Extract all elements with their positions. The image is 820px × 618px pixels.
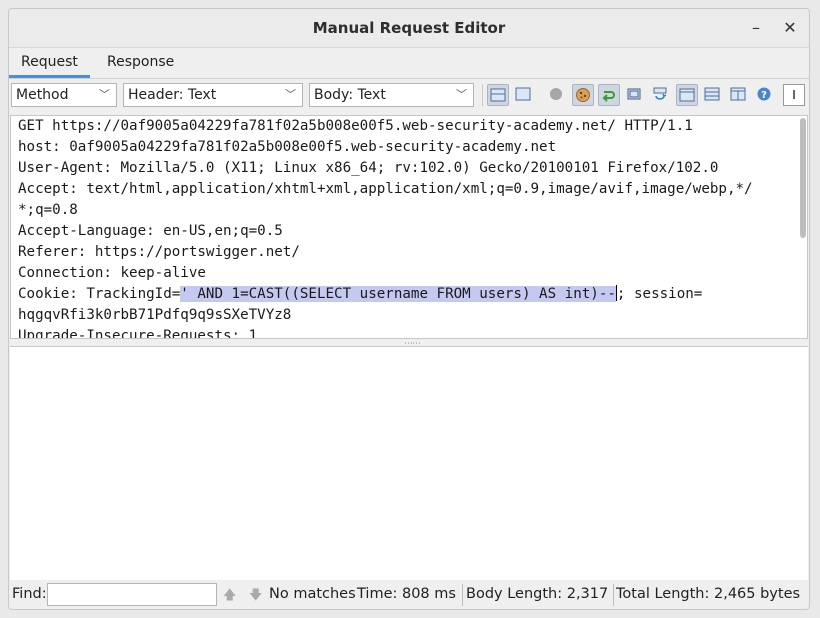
side-by-side-icon[interactable] <box>702 84 724 106</box>
total-length-readout: Total Length: 2,465 bytes <box>616 586 801 602</box>
session-value-line: hqgqvRfi3k0rbB71Pdfq9q9sSXeTVYz8 <box>18 307 292 323</box>
header-view-select[interactable]: Header: Text ﹀ <box>123 83 303 107</box>
header-line-accept-language: Accept-Language: en-US,en;q=0.5 <box>18 223 283 239</box>
pane-splitter[interactable]: ⋯⋯ <box>10 339 808 349</box>
request-text: GET https://0af9005a04229fa781f02a5b008e… <box>18 116 753 339</box>
header-line-accept-wrap: *;q=0.8 <box>18 202 78 218</box>
find-input[interactable] <box>47 583 217 606</box>
vertical-scrollbar[interactable] <box>800 118 806 238</box>
status-bar: Find: 🡅 🡇 No matches Time: 808 ms Body L… <box>9 581 809 609</box>
response-pane[interactable] <box>10 346 808 580</box>
header-line-connection: Connection: keep-alive <box>18 265 206 281</box>
help-icon[interactable]: ? <box>754 84 776 106</box>
header-line-host: host: 0af9005a04229fa781f02a5b008e00f5.w… <box>18 139 557 155</box>
body-view-select[interactable]: Body: Text ﹀ <box>309 83 474 107</box>
manual-request-editor-window: Manual Request Editor – ✕ Request Respon… <box>8 8 810 610</box>
toolbar-divider <box>482 84 483 106</box>
cookie-prefix: Cookie: TrackingId= <box>18 286 181 302</box>
selected-injection-payload: ' AND 1=CAST((SELECT username FROM users… <box>180 286 616 302</box>
method-select[interactable]: Method ﹀ <box>11 83 117 107</box>
svg-text:?: ? <box>761 90 767 101</box>
header-line-user-agent: User-Agent: Mozilla/5.0 (X11; Linux x86_… <box>18 160 719 176</box>
header-line-upgrade-insecure: Upgrade-Insecure-Requests: 1 <box>18 328 258 339</box>
tab-response[interactable]: Response <box>95 53 186 78</box>
body-view-value: Body: Text <box>314 87 386 103</box>
tabbed-view-icon[interactable] <box>728 84 750 106</box>
header-view-value: Header: Text <box>128 87 217 103</box>
body-length-readout: Body Length: 2,317 <box>466 586 609 602</box>
toolbar: Method ﹀ Header: Text ﹀ Body: Text ﹀ ? I <box>9 81 809 109</box>
editor-tabs: Request Response <box>9 47 809 79</box>
cookie-suffix: ; session= <box>616 286 703 302</box>
minimize-button[interactable]: – <box>745 17 767 39</box>
method-select-value: Method <box>16 87 69 103</box>
chevron-down-icon: ﹀ <box>456 88 467 101</box>
fullscreen-icon[interactable] <box>624 84 646 106</box>
split-layout-icon[interactable] <box>513 84 535 106</box>
tab-request[interactable]: Request <box>9 53 90 78</box>
request-layout-icon[interactable] <box>487 84 509 106</box>
refresh-icon[interactable] <box>650 84 672 106</box>
header-line-referer: Referer: https://portswigger.net/ <box>18 244 300 260</box>
find-result: No matches <box>269 586 356 602</box>
chevron-down-icon: ﹀ <box>99 88 110 101</box>
title-bar: Manual Request Editor – ✕ <box>9 9 809 48</box>
find-label: Find: <box>12 586 47 602</box>
chevron-down-icon: ﹀ <box>285 88 296 101</box>
header-line-cookie: Cookie: TrackingId=' AND 1=CAST((SELECT … <box>18 284 753 305</box>
toolbar-filter-input[interactable]: I <box>783 84 805 106</box>
status-divider <box>462 584 463 606</box>
arrow-down-icon[interactable]: 🡇 <box>249 586 262 608</box>
window-title: Manual Request Editor <box>312 19 506 37</box>
cookie-icon[interactable] <box>572 84 594 106</box>
time-readout: Time: 808 ms <box>357 586 456 602</box>
request-line: GET https://0af9005a04229fa781f02a5b008e… <box>18 118 693 134</box>
arrow-up-icon[interactable]: 🡅 <box>223 586 236 608</box>
follow-redirect-icon[interactable] <box>598 84 620 106</box>
request-editor[interactable]: GET https://0af9005a04229fa781f02a5b008e… <box>10 115 808 339</box>
header-line-accept: Accept: text/html,application/xhtml+xml,… <box>18 181 753 197</box>
status-divider <box>613 584 614 606</box>
combined-view-icon[interactable] <box>676 84 698 106</box>
close-button[interactable]: ✕ <box>779 17 801 39</box>
record-icon[interactable] <box>546 84 568 106</box>
